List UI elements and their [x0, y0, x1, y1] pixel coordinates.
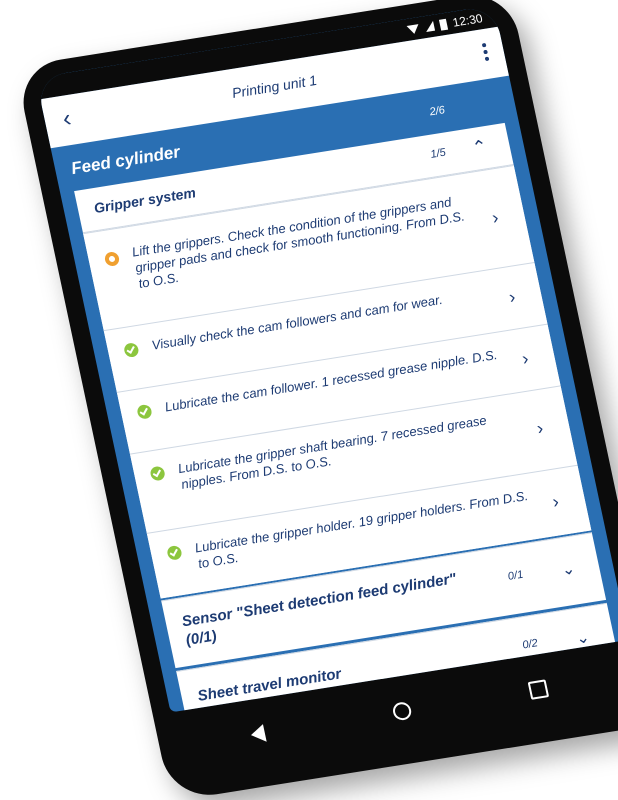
- chevron-right-icon[interactable]: ›: [551, 491, 561, 513]
- section-title: Feed cylinder: [69, 142, 182, 179]
- chevron-up-icon[interactable]: ⌃: [470, 136, 489, 159]
- section-count: 2/6: [428, 104, 447, 119]
- status-done-icon: [122, 342, 140, 359]
- wifi-icon: [406, 23, 421, 35]
- chevron-right-icon[interactable]: ›: [535, 418, 545, 440]
- signal-icon: [424, 20, 436, 33]
- nav-home-icon[interactable]: [391, 700, 413, 722]
- status-done-icon: [166, 544, 183, 561]
- battery-icon: [438, 18, 449, 31]
- scene: 12:30 ‹ Printing unit 1 Feed cylinder 2/…: [0, 0, 618, 800]
- chevron-right-icon[interactable]: ›: [490, 207, 500, 229]
- chevron-right-icon[interactable]: ›: [507, 287, 517, 309]
- status-time: 12:30: [451, 11, 484, 30]
- phone-frame: 12:30 ‹ Printing unit 1 Feed cylinder 2/…: [15, 0, 618, 800]
- status-done-icon: [149, 465, 166, 482]
- group-count: 1/5: [429, 146, 447, 161]
- group-count: 0/1: [506, 568, 525, 583]
- group-gripper-system: Gripper system 1/5 ⌃ Lift the grippers. …: [74, 122, 592, 599]
- status-done-icon: [136, 403, 153, 420]
- chevron-right-icon[interactable]: ›: [520, 348, 530, 370]
- group-title: Gripper system: [92, 184, 198, 217]
- phone-screen: 12:30 ‹ Printing unit 1 Feed cylinder 2/…: [35, 5, 618, 713]
- status-open-icon: [103, 251, 121, 267]
- nav-recents-icon[interactable]: [527, 679, 550, 700]
- group-count: 0/2: [521, 637, 539, 652]
- chevron-down-icon[interactable]: ⌄: [560, 559, 577, 581]
- nav-back-icon[interactable]: [249, 724, 267, 744]
